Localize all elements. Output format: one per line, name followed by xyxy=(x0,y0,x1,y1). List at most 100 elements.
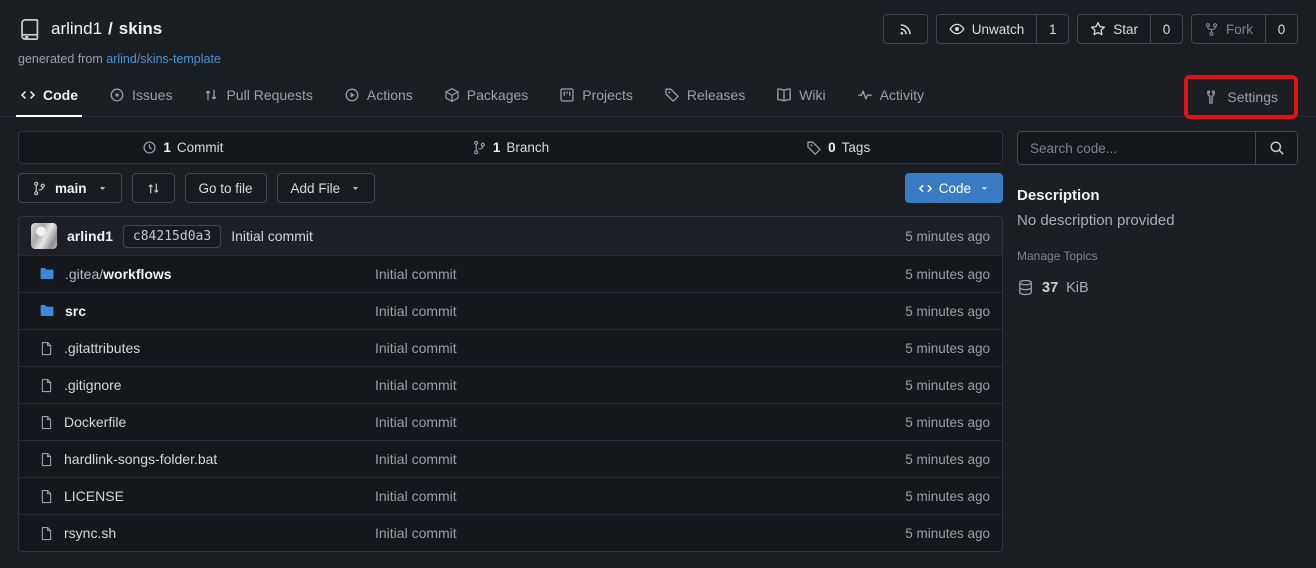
file-icon xyxy=(39,378,54,393)
repo-title-separator: / xyxy=(108,19,113,39)
tab-settings[interactable]: Settings xyxy=(1202,89,1280,105)
stat-branches[interactable]: 1 Branch xyxy=(347,132,675,163)
star-button[interactable]: Star xyxy=(1078,15,1150,43)
add-file-button[interactable]: Add File xyxy=(277,173,376,203)
compare-button[interactable] xyxy=(132,173,175,203)
code-icon xyxy=(918,181,933,196)
tab-packages[interactable]: Packages xyxy=(442,87,530,116)
commit-hash-link[interactable]: c84215d0a3 xyxy=(123,225,221,248)
add-file-label: Add File xyxy=(291,181,341,196)
file-commit-message-link[interactable]: Initial commit xyxy=(375,266,852,282)
file-name-link: rsync.sh xyxy=(64,525,116,541)
tab-code[interactable]: Code xyxy=(18,87,80,116)
file-icon xyxy=(39,526,54,541)
repo-title-row: arlind1 / skins Unwatch 1 xyxy=(18,12,1298,46)
chevron-down-icon xyxy=(979,183,990,194)
repo-owner-link[interactable]: arlind1 xyxy=(51,19,102,39)
file-commit-message-link[interactable]: Initial commit xyxy=(375,451,852,467)
file-icon xyxy=(39,341,54,356)
manage-topics-link[interactable]: Manage Topics xyxy=(1017,249,1098,263)
go-to-file-button[interactable]: Go to file xyxy=(185,173,267,203)
stat-tags[interactable]: 0 Tags xyxy=(674,132,1002,163)
watchers-count[interactable]: 1 xyxy=(1036,15,1068,43)
file-commit-message-link[interactable]: Initial commit xyxy=(375,525,852,541)
table-row: .gitea/workflows Initial commit 5 minute… xyxy=(19,255,1002,292)
file-commit-message-link[interactable]: Initial commit xyxy=(375,377,852,393)
repo-tab-nav: Code Issues Pull Requests Actions Packag… xyxy=(0,74,1316,117)
code-icon xyxy=(20,87,36,103)
file-table: arlind1 c84215d0a3 Initial commit 5 minu… xyxy=(18,216,1003,552)
file-commit-message-link[interactable]: Initial commit xyxy=(375,488,852,504)
commit-author-link[interactable]: arlind1 xyxy=(67,228,113,244)
repo-stats-bar: 1 Commit 1 Branch 0 Tags xyxy=(18,131,1003,164)
tab-issues[interactable]: Issues xyxy=(107,87,174,116)
fork-button[interactable]: Fork xyxy=(1192,15,1265,43)
folder-icon xyxy=(39,266,55,282)
tab-releases[interactable]: Releases xyxy=(662,87,747,116)
description-heading: Description xyxy=(1017,187,1298,204)
code-download-button[interactable]: Code xyxy=(905,173,1003,203)
file-name-link: .gitea/workflows xyxy=(65,266,172,282)
file-icon xyxy=(39,415,54,430)
branch-icon xyxy=(472,140,487,155)
package-icon xyxy=(444,87,460,103)
tools-icon xyxy=(1204,89,1220,105)
stat-commits[interactable]: 1 Commit xyxy=(19,132,347,163)
book-icon xyxy=(776,87,792,103)
file-commit-time: 5 minutes ago xyxy=(852,526,1002,541)
issue-icon xyxy=(109,87,125,103)
file-name-link: Dockerfile xyxy=(64,414,126,430)
commit-message-link[interactable]: Initial commit xyxy=(231,228,313,244)
compare-icon xyxy=(146,181,161,196)
git-branch-icon xyxy=(32,181,47,196)
forks-count[interactable]: 0 xyxy=(1265,15,1297,43)
template-repo-link[interactable]: arlind/skins-template xyxy=(106,52,221,66)
repo-toolbar: main Go to file Add File xyxy=(18,173,1003,203)
tab-activity[interactable]: Activity xyxy=(855,87,926,116)
tab-projects[interactable]: Projects xyxy=(557,87,635,116)
go-to-file-label: Go to file xyxy=(199,181,253,196)
file-icon xyxy=(39,452,54,467)
code-button-label: Code xyxy=(939,181,971,196)
play-circle-icon xyxy=(344,87,360,103)
file-commit-message-link[interactable]: Initial commit xyxy=(375,303,852,319)
sidebar: Description No description provided Mana… xyxy=(1017,131,1298,552)
unwatch-button[interactable]: Unwatch xyxy=(937,15,1037,43)
repo-name-link[interactable]: skins xyxy=(119,19,162,39)
file-commit-message-link[interactable]: Initial commit xyxy=(375,414,852,430)
latest-commit-row: arlind1 c84215d0a3 Initial commit 5 minu… xyxy=(19,217,1002,255)
table-row: .gitignore Initial commit 5 minutes ago xyxy=(19,366,1002,403)
table-row: rsync.sh Initial commit 5 minutes ago xyxy=(19,514,1002,551)
stars-count[interactable]: 0 xyxy=(1150,15,1182,43)
search-icon xyxy=(1269,140,1285,156)
file-commit-time: 5 minutes ago xyxy=(852,267,1002,282)
fork-button-group: Fork 0 xyxy=(1191,14,1298,44)
database-icon xyxy=(1017,279,1034,296)
eye-icon xyxy=(949,21,965,37)
repo-title: arlind1 / skins xyxy=(51,19,162,39)
file-commit-message-link[interactable]: Initial commit xyxy=(375,340,852,356)
search-button[interactable] xyxy=(1255,132,1297,164)
repo-header: arlind1 / skins Unwatch 1 xyxy=(0,0,1316,66)
branch-selector[interactable]: main xyxy=(18,173,122,203)
avatar[interactable] xyxy=(31,223,57,249)
file-name-link: hardlink-songs-folder.bat xyxy=(64,451,217,467)
repo-action-buttons: Unwatch 1 Star 0 Fork xyxy=(883,14,1298,44)
star-label: Star xyxy=(1113,22,1138,37)
current-branch-name: main xyxy=(55,181,87,196)
repo-size-unit: KiB xyxy=(1066,280,1089,296)
tab-pull-requests[interactable]: Pull Requests xyxy=(201,87,314,116)
annotation-highlight-box: Settings xyxy=(1184,75,1298,119)
rss-button[interactable] xyxy=(883,14,928,44)
file-name-link: .gitignore xyxy=(64,377,122,393)
table-row: src Initial commit 5 minutes ago xyxy=(19,292,1002,329)
generated-from-line: generated from arlind/skins-template xyxy=(18,52,1298,66)
star-icon xyxy=(1090,21,1106,37)
tab-wiki[interactable]: Wiki xyxy=(774,87,827,116)
search-input[interactable] xyxy=(1018,132,1255,164)
tab-actions[interactable]: Actions xyxy=(342,87,415,116)
file-commit-time: 5 minutes ago xyxy=(852,341,1002,356)
code-search-group xyxy=(1017,131,1298,165)
unwatch-label: Unwatch xyxy=(972,22,1025,37)
file-name-link: .gitattributes xyxy=(64,340,140,356)
